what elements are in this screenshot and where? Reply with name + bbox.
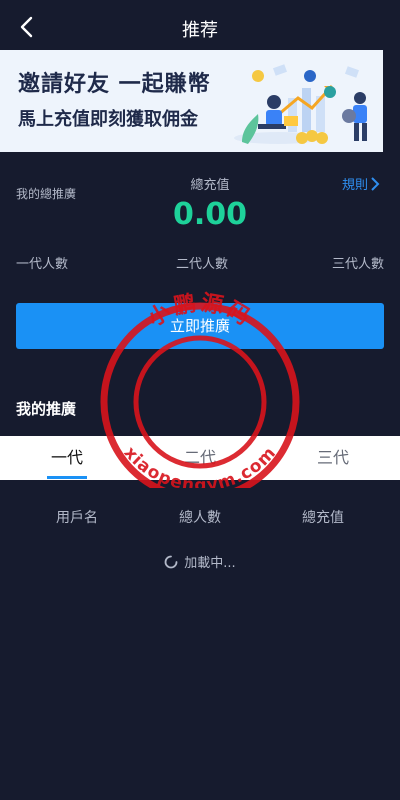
top-bar: 推荐 [0,0,400,52]
column-header-total-recharge: 總充值 [302,510,344,526]
rules-label: 規則 [341,178,368,193]
rules-link[interactable]: 規則 [342,174,380,193]
loading-text: 加載中... [184,556,236,571]
total-recharge-label: 總充值 [190,178,230,193]
gen2-count-label: 二代人數 [176,257,229,272]
tab-gen3[interactable]: 三代 [283,436,383,480]
chevron-right-icon [371,177,380,191]
tab-gen2[interactable]: 二代 [150,436,250,480]
banner-headline: 邀請好友 一起賺幣 [18,72,211,97]
tab-gen1[interactable]: 一代 [17,436,117,480]
generation-tabs: 一代 二代 三代 [0,436,400,480]
invite-now-button[interactable]: 立即推廣 [16,303,384,349]
banner-subline: 馬上充值即刻獲取佣金 [18,109,198,130]
total-promo-label: 我的總推廣 [16,187,77,201]
active-tab-indicator [47,476,87,479]
my-promo-title: 我的推廣 [16,400,77,418]
column-header-username: 用戶名 [56,510,98,526]
page-title: 推荐 [182,20,218,41]
promo-banner[interactable]: 邀請好友 一起賺幣 馬上充值即刻獲取佣金 [0,50,383,152]
column-header-total-people: 總人數 [179,510,221,526]
gen1-count-label: 一代人數 [16,257,69,272]
total-recharge-value: 0.00 [172,197,248,232]
loading-indicator: 加載中... [0,552,400,571]
banner-illustration [234,64,367,144]
spinner-icon [164,555,178,569]
gen3-count-label: 三代人數 [331,257,384,272]
